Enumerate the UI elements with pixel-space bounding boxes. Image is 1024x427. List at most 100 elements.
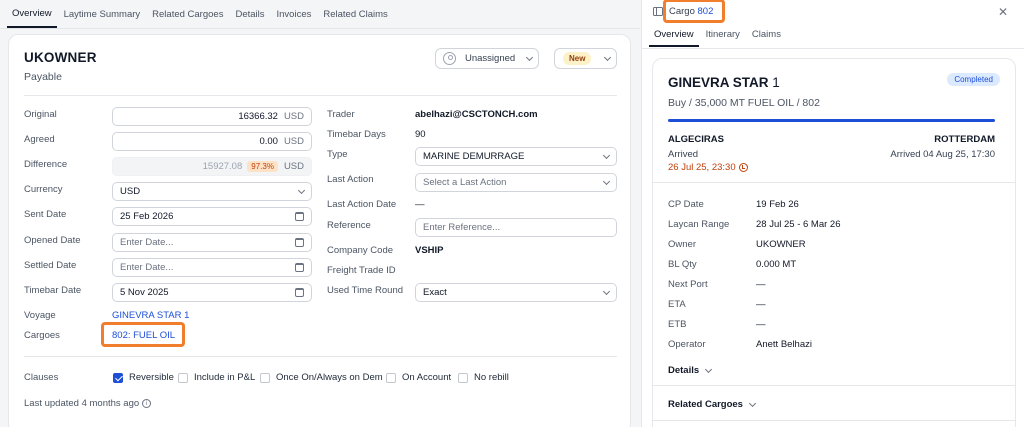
sent-date-value: 25 Feb 2026 [120, 211, 174, 222]
voyage-progress-bar [668, 119, 995, 122]
status-badge: Completed [947, 73, 1000, 86]
checkbox[interactable] [260, 372, 270, 383]
cargo-description: Buy / 35,000 MT FUEL OIL / 802 [668, 97, 820, 109]
sent-date-field[interactable]: 25 Feb 2026 [112, 207, 312, 226]
opened-date-placeholder: Enter Date... [120, 237, 174, 248]
calendar-icon[interactable] [295, 212, 304, 221]
chevron-down-icon [602, 177, 611, 185]
last-action-select[interactable]: Select a Last Action [415, 173, 617, 192]
load-port-date: 26 Jul 25, 23:30 [668, 162, 748, 173]
currency-value: USD [120, 186, 141, 197]
cargo-overview-card: GINEVRA STAR 1 Completed Buy / 35,000 MT… [652, 58, 1016, 427]
cargo-link[interactable]: 802: FUEL OIL [112, 330, 175, 341]
clause-on-account[interactable]: On Account [386, 372, 451, 383]
used-time-round-select[interactable]: Exact [415, 283, 617, 302]
chevron-down-icon [748, 399, 757, 407]
divider [653, 182, 1015, 183]
clause-label: No rebill [474, 372, 509, 383]
divider [653, 385, 1015, 386]
discharge-port: ROTTERDAM [934, 134, 995, 145]
type-select[interactable]: MARINE DEMURRAGE [415, 147, 617, 166]
detail-label: CP Date [668, 199, 704, 210]
close-icon[interactable]: ✕ [998, 5, 1008, 19]
checkbox[interactable] [386, 372, 396, 383]
details-section-toggle[interactable]: Details [668, 365, 713, 376]
page-title: UKOWNER [24, 50, 97, 65]
agreed-unit: USD [283, 136, 304, 147]
trader-value: abelhazi@CSCTONCH.com [415, 109, 538, 120]
calendar-icon[interactable] [295, 238, 304, 247]
clause-label: Reversible [129, 372, 174, 383]
chevron-down-icon [602, 287, 611, 295]
cargoes-label: Cargoes [24, 330, 60, 341]
tab-related-claims[interactable]: Related Claims [318, 9, 392, 28]
clause-include-in-pl[interactable]: Include in P&L [178, 372, 255, 383]
assignee-label: Unassigned [465, 53, 516, 64]
clause-once-on-always-on-dem[interactable]: Once On/Always on Dem [260, 372, 383, 383]
checkbox[interactable] [458, 372, 468, 383]
difference-unit: USD [283, 161, 304, 172]
difference-value: 15927.08 [202, 161, 243, 172]
settled-date-field[interactable]: Enter Date... [112, 258, 312, 277]
user-icon [443, 52, 456, 65]
chevron-down-icon [525, 53, 534, 61]
divider [24, 356, 617, 357]
detail-value: Anett Belhazi [756, 339, 812, 350]
clause-label: Include in P&L [194, 372, 256, 383]
original-label: Original [24, 109, 57, 120]
timebar-date-value: 5 Nov 2025 [120, 287, 169, 298]
last-updated-text: Last updated 4 months ago [24, 398, 140, 409]
claim-main-area: Overview Laytime Summary Related Cargoes… [0, 0, 640, 427]
sidebar-toggle-icon[interactable] [653, 7, 663, 16]
panel-header: Cargo 802 ✕ [642, 0, 1024, 24]
chevron-down-icon [297, 186, 306, 194]
detail-value: 19 Feb 26 [756, 199, 799, 210]
related-cargoes-section-toggle[interactable]: Related Cargoes [668, 399, 757, 410]
original-field[interactable]: 16366.32 USD [112, 107, 312, 126]
tab-claims[interactable]: Claims [747, 29, 786, 47]
calendar-icon[interactable] [295, 263, 304, 272]
calendar-icon[interactable] [295, 288, 304, 297]
clause-reversible[interactable]: Reversible [113, 372, 174, 383]
settled-date-label: Settled Date [24, 260, 77, 271]
tab-invoices[interactable]: Invoices [272, 9, 317, 28]
opened-date-field[interactable]: Enter Date... [112, 233, 312, 252]
info-icon[interactable]: i [142, 398, 152, 408]
last-action-date-value: — [415, 199, 425, 210]
reference-label: Reference [327, 220, 371, 231]
checkbox[interactable] [178, 372, 188, 383]
clause-label: Once On/Always on Dem [276, 372, 383, 383]
clause-no-rebill[interactable]: No rebill [458, 372, 509, 383]
tab-overview[interactable]: Overview [649, 29, 699, 47]
timebar-date-field[interactable]: 5 Nov 2025 [112, 283, 312, 302]
last-action-placeholder: Select a Last Action [423, 177, 507, 188]
voyage-link[interactable]: GINEVRA STAR 1 [112, 310, 189, 321]
clauses-label: Clauses [24, 372, 59, 383]
tab-overview[interactable]: Overview [7, 8, 57, 28]
last-updated: Last updated 4 months ago i [24, 398, 152, 409]
currency-select[interactable]: USD [112, 182, 312, 201]
vessel-label: GINEVRA STAR [668, 75, 769, 90]
cargo-id-link[interactable]: 802 [698, 6, 714, 17]
load-port-date-text: 26 Jul 25, 23:30 [668, 162, 736, 173]
difference-label: Difference [24, 159, 68, 170]
agreed-field[interactable]: 0.00 USD [112, 132, 312, 151]
timebar-date-label: Timebar Date [24, 285, 82, 296]
detail-value: — [756, 319, 766, 330]
reference-input[interactable]: Enter Reference... [415, 218, 617, 237]
tab-itinerary[interactable]: Itinerary [701, 29, 745, 47]
page-subtitle: Payable [24, 71, 62, 83]
vessel-name: GINEVRA STAR 1 [668, 75, 780, 90]
detail-label: BL Qty [668, 259, 697, 270]
divider [653, 420, 1015, 421]
reference-placeholder: Enter Reference... [423, 222, 501, 233]
status-dropdown[interactable]: New [554, 48, 617, 69]
last-action-label: Last Action [327, 174, 374, 185]
detail-value: — [756, 279, 766, 290]
tab-details[interactable]: Details [230, 9, 269, 28]
tab-laytime-summary[interactable]: Laytime Summary [59, 9, 146, 28]
original-value: 16366.32 [238, 111, 278, 122]
tab-related-cargoes[interactable]: Related Cargoes [147, 9, 228, 28]
checkbox[interactable] [113, 372, 123, 383]
assignee-dropdown[interactable]: Unassigned [435, 48, 539, 69]
